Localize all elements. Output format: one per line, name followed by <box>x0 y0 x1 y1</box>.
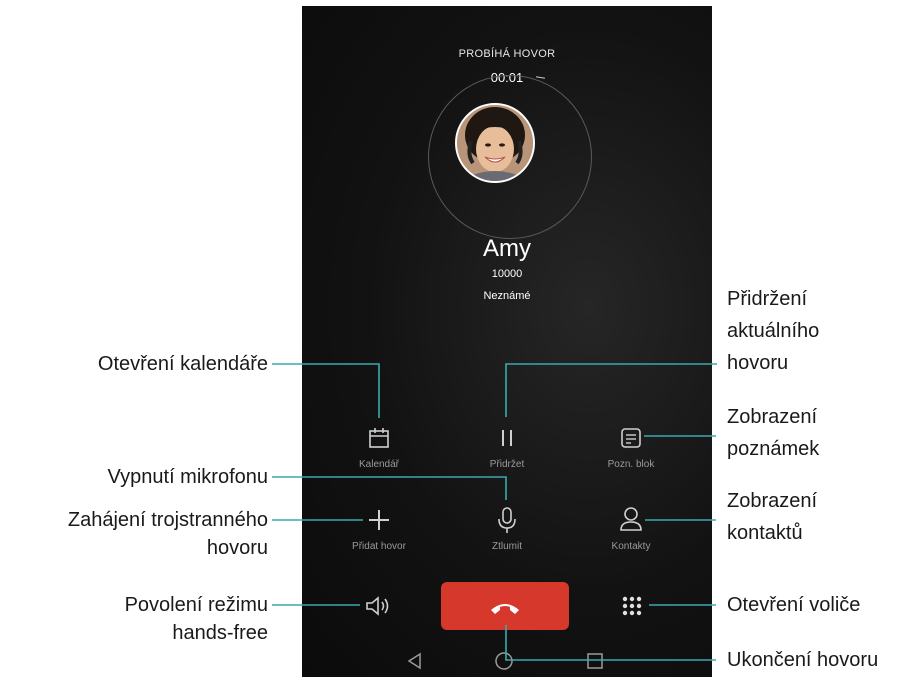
annotation-speaker-line2: hands-free <box>172 622 268 644</box>
annotation-notes-line1: Zobrazení <box>727 406 818 428</box>
annotation-end-call: Ukončení hovoru <box>727 649 879 671</box>
annotation-hold-line2: aktuálního <box>727 320 820 342</box>
annotation-mute: Vypnutí mikrofonu <box>107 466 268 488</box>
annotation-three-way-line2: hovoru <box>206 537 268 559</box>
annotation-speaker-line1: Povolení režimu <box>124 594 268 616</box>
annotation-dialpad: Otevření voliče <box>727 594 861 616</box>
annotation-contacts-line1: Zobrazení <box>727 490 818 512</box>
annotation-three-way-line1: Zahájení trojstranného <box>67 509 268 531</box>
annotation-open-calendar: Otevření kalendáře <box>97 353 268 375</box>
annotation-notes-line2: poznámek <box>727 438 820 460</box>
annotation-hold-line3: hovoru <box>727 352 789 374</box>
annotation-hold-line1: Přidržení <box>727 288 808 310</box>
annotation-contacts-line2: kontaktů <box>727 522 803 544</box>
